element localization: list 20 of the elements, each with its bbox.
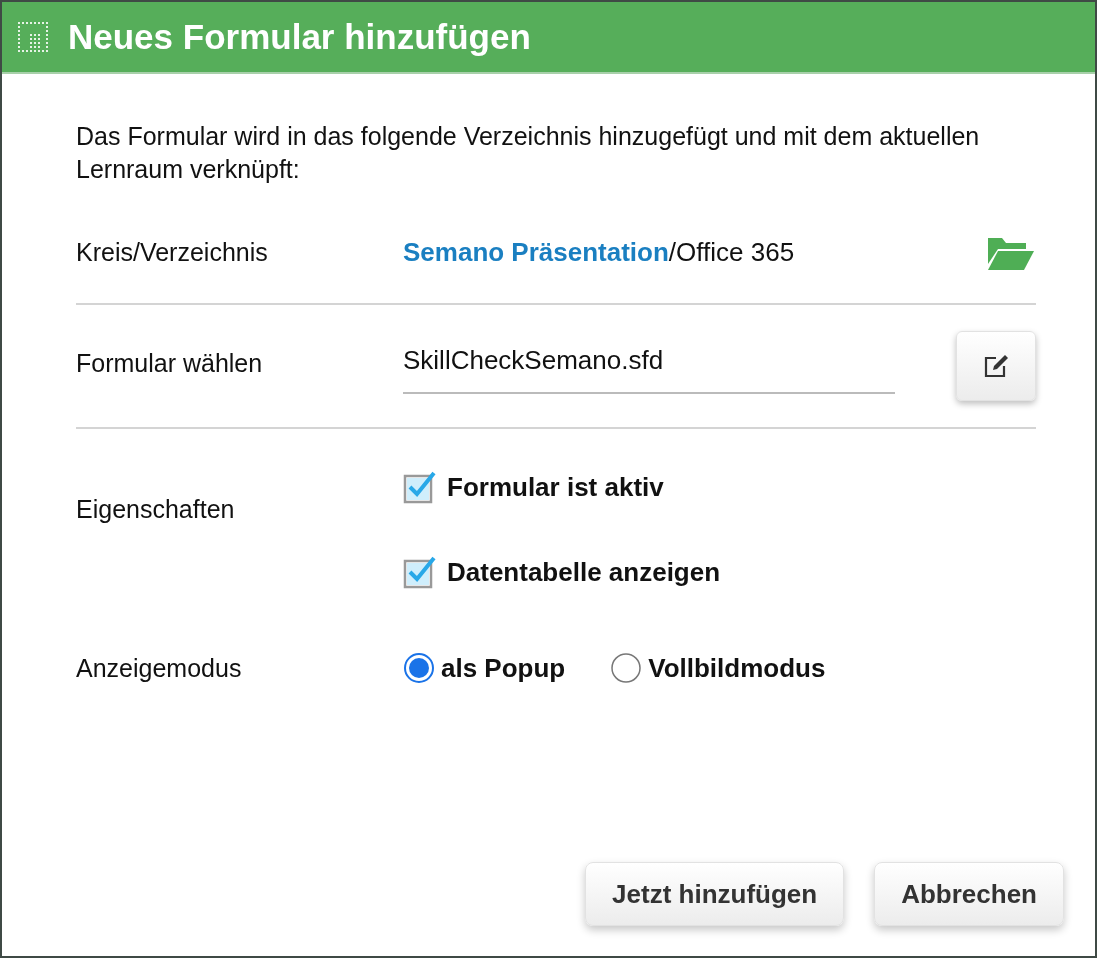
dialog-title: Neues Formular hinzufügen (68, 17, 531, 57)
cancel-button[interactable]: Abbrechen (874, 862, 1064, 926)
radio-button[interactable] (403, 652, 435, 684)
form-icon (16, 20, 50, 54)
input-field[interactable]: SkillCheckSemano.sfd (403, 327, 895, 394)
checkbox-label: Formular ist aktiv (447, 471, 664, 503)
directory-path: Semano Präsentation/Office 365 (403, 236, 796, 268)
checkbox-label: Datentabelle anzeigen (447, 556, 721, 588)
field-label: Eigenschaften (76, 495, 236, 525)
intro-text: Das Formular wird in das folgende Verzeichnis hinzugefügt und mit dem aktuellen Lernraum verknüpft: (76, 121, 981, 185)
add-button[interactable]: Jetzt hinzufügen (585, 862, 845, 926)
radio-label: als Popup (441, 652, 566, 684)
radio-button[interactable] (610, 652, 643, 684)
field-label: Anzeigemodus (76, 653, 243, 683)
edit-icon (982, 353, 1010, 379)
directory-link[interactable]: Semano Präsentation (403, 236, 669, 267)
field-label: Kreis/Verzeichnis (76, 237, 269, 267)
edit-button[interactable] (956, 331, 1036, 401)
radio-label: Vollbildmodus (648, 652, 826, 684)
field-label: Formular wählen (76, 349, 264, 378)
